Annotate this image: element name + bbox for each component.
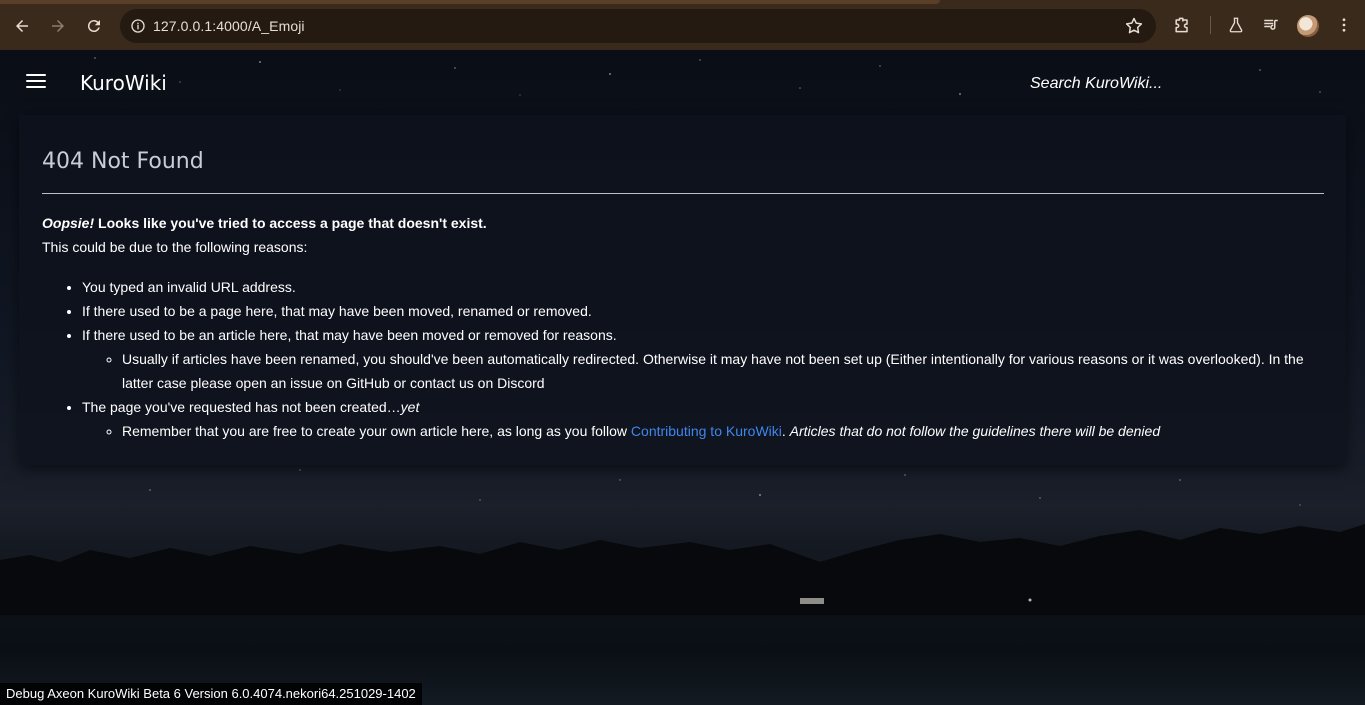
labs-button[interactable] (1225, 14, 1247, 36)
lead-paragraph: Oopsie! Looks like you've tried to acces… (42, 211, 1324, 235)
sub-list-item-text: Remember that you are free to create you… (122, 423, 631, 439)
playlist-icon (1264, 19, 1278, 30)
search-input[interactable] (1030, 72, 1230, 96)
sub-list-item: Remember that you are free to create you… (122, 419, 1324, 443)
toolbar-divider (1210, 16, 1211, 34)
tab-strip (0, 0, 940, 4)
sub-list: Remember that you are free to create you… (82, 419, 1324, 443)
guidelines-warning: Articles that do not follow the guidelin… (789, 423, 1161, 439)
treeline-silhouette (0, 524, 1365, 630)
article-card: 404 Not Found Oopsie! Looks like you've … (19, 115, 1346, 465)
sub-list: Usually if articles have been renamed, y… (82, 347, 1324, 395)
list-item: If there used to be an article here, tha… (82, 323, 1324, 395)
info-icon (131, 19, 145, 33)
list-item: You typed an invalid URL address. (82, 275, 1324, 299)
intro-text: This could be due to the following reaso… (42, 239, 308, 255)
site-brand[interactable]: KuroWiki (80, 71, 167, 95)
site-info-button[interactable] (126, 14, 150, 38)
browser-menu-button[interactable] (1333, 14, 1355, 36)
browser-toolbar: 127.0.0.1:4000/A_Emoji (0, 0, 1365, 50)
sub-list-item: Usually if articles have been renamed, y… (122, 347, 1324, 395)
article-body: Oopsie! Looks like you've tried to acces… (42, 211, 1324, 443)
bookmark-star-icon[interactable] (1124, 16, 1144, 36)
menu-icon[interactable] (26, 74, 46, 90)
back-button[interactable] (7, 11, 37, 41)
arrow-right-icon (52, 20, 64, 32)
list-item-text: If there used to be an article here, tha… (82, 327, 617, 343)
media-controls-button[interactable] (1260, 14, 1282, 36)
puzzle-icon (1175, 17, 1188, 33)
flask-icon (1229, 17, 1243, 33)
page-viewport: KuroWiki 404 Not Found Oopsie! Looks lik… (0, 50, 1365, 705)
site-header: KuroWiki (0, 50, 1365, 114)
debug-version-badge: Debug Axeon KuroWiki Beta 6 Version 6.0.… (0, 683, 422, 705)
lead-emphasis: Oopsie! (42, 215, 95, 231)
sub-list-item-separator: . (781, 423, 790, 439)
kebab-menu-icon (1342, 18, 1346, 32)
forward-button[interactable] (43, 11, 73, 41)
list-item-text: The page you've requested has not been c… (82, 399, 401, 415)
reload-button[interactable] (79, 11, 109, 41)
address-bar[interactable]: 127.0.0.1:4000/A_Emoji (120, 9, 1156, 43)
page-title: 404 Not Found (42, 149, 204, 174)
reload-icon (87, 20, 100, 33)
reasons-list: You typed an invalid URL address. If the… (42, 275, 1324, 443)
url-text[interactable]: 127.0.0.1:4000/A_Emoji (153, 18, 305, 34)
contributing-link[interactable]: Contributing to KuroWiki (631, 423, 782, 439)
lead-text: Looks like you've tried to access a page… (94, 215, 487, 231)
title-divider (42, 193, 1324, 194)
arrow-left-icon (16, 20, 28, 32)
list-item: The page you've requested has not been c… (82, 395, 1324, 443)
profile-avatar[interactable] (1297, 15, 1319, 37)
emphasis-yet: yet (400, 399, 420, 415)
extensions-button[interactable] (1171, 14, 1193, 36)
list-item: If there used to be a page here, that ma… (82, 299, 1324, 323)
